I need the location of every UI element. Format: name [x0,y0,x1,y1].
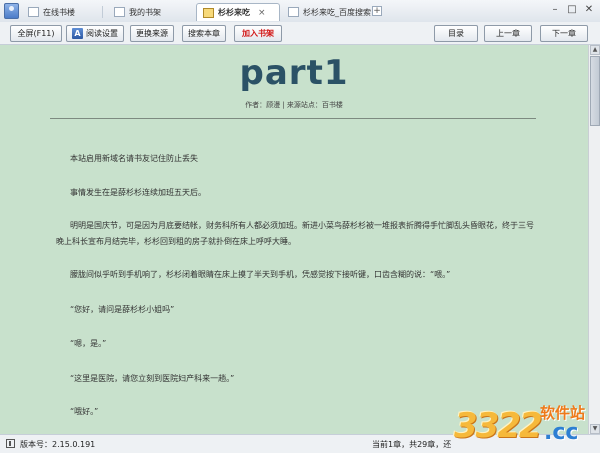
title-divider [50,118,536,119]
reading-pane[interactable]: part1 作者：顾漫 | 来源站点：百书楼 本站启用新域名请书友记住防止丢失 … [0,45,588,434]
chapter-progress: 当前1章，共29章，还 [372,440,452,449]
tab-label: 杉杉来吃 [218,8,250,17]
tab-online-library[interactable]: 在线书楼 [22,3,81,21]
tab-current-book[interactable]: 杉杉来吃 × [196,3,280,21]
chapter-paragraph: “哦好。” [70,407,99,416]
status-bar: 版本号：2.15.0.191 当前1章，共29章，还 [0,434,600,453]
close-window-icon[interactable]: ✕ [582,3,596,17]
chapter-meta: 作者：顾漫 | 来源站点：百书楼 [245,101,343,109]
chapter-paragraph: “您好，请问是薛杉杉小姐吗” [70,305,175,314]
add-to-bookshelf-button[interactable]: 加入书架 [234,25,282,42]
page-icon [288,7,299,17]
chapter-title: part1 [239,53,349,93]
scrollbar-thumb[interactable] [590,56,600,126]
scroll-up-arrow-icon[interactable]: ▲ [590,45,600,55]
maximize-icon[interactable]: □ [565,3,579,17]
tab-baidu-search[interactable]: 杉杉来吃_百度搜索 [282,3,377,21]
close-tab-icon[interactable]: × [258,8,266,18]
tab-label: 杉杉来吃_百度搜索 [303,7,371,17]
tab-label: 在线书楼 [43,7,75,17]
new-tab-button[interactable]: + [372,6,382,16]
tab-separator [102,6,103,18]
chapter-paragraph: “嗯，是。” [70,339,107,348]
bookshelf-icon [114,7,125,17]
chapter-paragraph: “这里是医院，请您立刻到医院妇产科来一趟。” [70,374,235,383]
reading-settings-button[interactable]: A 阅读设置 [66,25,124,42]
book-icon [203,7,214,18]
chapter-paragraph: 明明是国庆节，可是因为月底要结帐，财务科所有人都必须加班。新进小菜鸟薛杉杉被一堆… [56,221,534,246]
chapter-paragraph: 本站启用新域名请书友记住防止丢失 [70,154,198,163]
user-avatar-icon[interactable] [4,3,19,19]
book-shelf-icon [28,7,39,17]
reader-toolbar: 全屏(F11) A 阅读设置 更换来源 搜索本章 加入书架 目录 上一章 下一章 [0,22,600,45]
tab-label: 我的书架 [129,7,161,17]
reading-settings-label: 阅读设置 [86,29,118,38]
previous-chapter-button[interactable]: 上一章 [484,25,532,42]
scroll-down-arrow-icon[interactable]: ▼ [590,424,600,434]
chapter-paragraph: 事情发生在是薛杉杉连续加班五天后。 [70,188,206,197]
table-of-contents-button[interactable]: 目录 [434,25,478,42]
vertical-scrollbar[interactable]: ▲ ▼ [588,45,600,434]
sidebar-toggle-icon[interactable] [6,439,15,448]
change-source-button[interactable]: 更换来源 [130,25,174,42]
tab-bar: 在线书楼 我的书架 杉杉来吃 × 杉杉来吃_百度搜索 + – □ ✕ [0,0,600,23]
text-settings-icon: A [72,28,83,39]
search-chapter-button[interactable]: 搜索本章 [182,25,226,42]
minimize-icon[interactable]: – [548,3,562,17]
chapter-paragraph: 朦胧间似乎听到手机响了，杉杉闭着眼睛在床上摸了半天到手机，凭感觉按下接听键，口齿… [70,270,451,279]
tab-my-bookshelf[interactable]: 我的书架 [108,3,167,21]
fullscreen-button[interactable]: 全屏(F11) [10,25,62,42]
version-number: 版本号：2.15.0.191 [20,440,96,449]
next-chapter-button[interactable]: 下一章 [540,25,588,42]
